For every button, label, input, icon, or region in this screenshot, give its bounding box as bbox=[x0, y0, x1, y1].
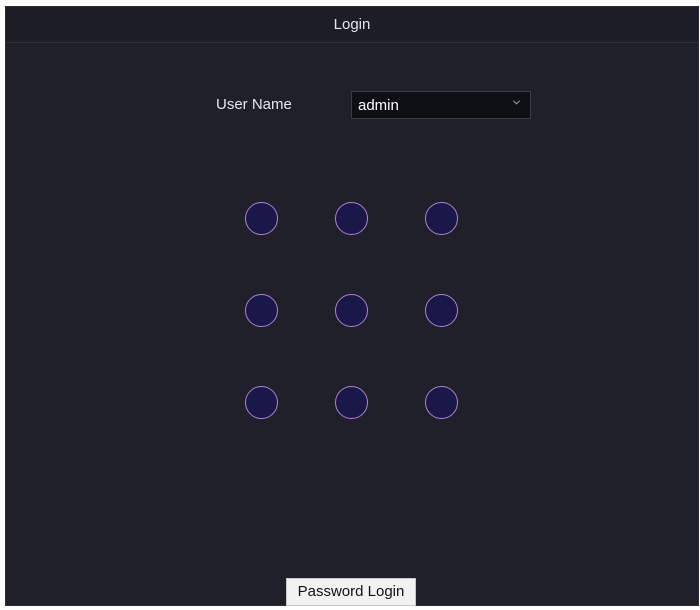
user-name-value: admin bbox=[358, 97, 399, 114]
pattern-node-6[interactable] bbox=[425, 294, 458, 327]
title-bar: Login bbox=[6, 7, 698, 43]
pattern-lock-grid[interactable] bbox=[241, 199, 461, 429]
window-title: Login bbox=[333, 16, 371, 33]
pattern-node-5[interactable] bbox=[335, 294, 368, 327]
user-name-label: User Name bbox=[216, 96, 292, 113]
chevron-down-icon bbox=[512, 100, 521, 105]
pattern-node-8[interactable] bbox=[335, 386, 368, 419]
pattern-node-1[interactable] bbox=[245, 202, 278, 235]
pattern-node-7[interactable] bbox=[245, 386, 278, 419]
pattern-node-3[interactable] bbox=[425, 202, 458, 235]
pattern-node-2[interactable] bbox=[335, 202, 368, 235]
pattern-node-4[interactable] bbox=[245, 294, 278, 327]
user-name-select[interactable]: admin bbox=[351, 91, 531, 119]
login-window: Login User Name admin Password Login bbox=[5, 6, 699, 606]
pattern-node-9[interactable] bbox=[425, 386, 458, 419]
password-login-button[interactable]: Password Login bbox=[286, 578, 416, 606]
